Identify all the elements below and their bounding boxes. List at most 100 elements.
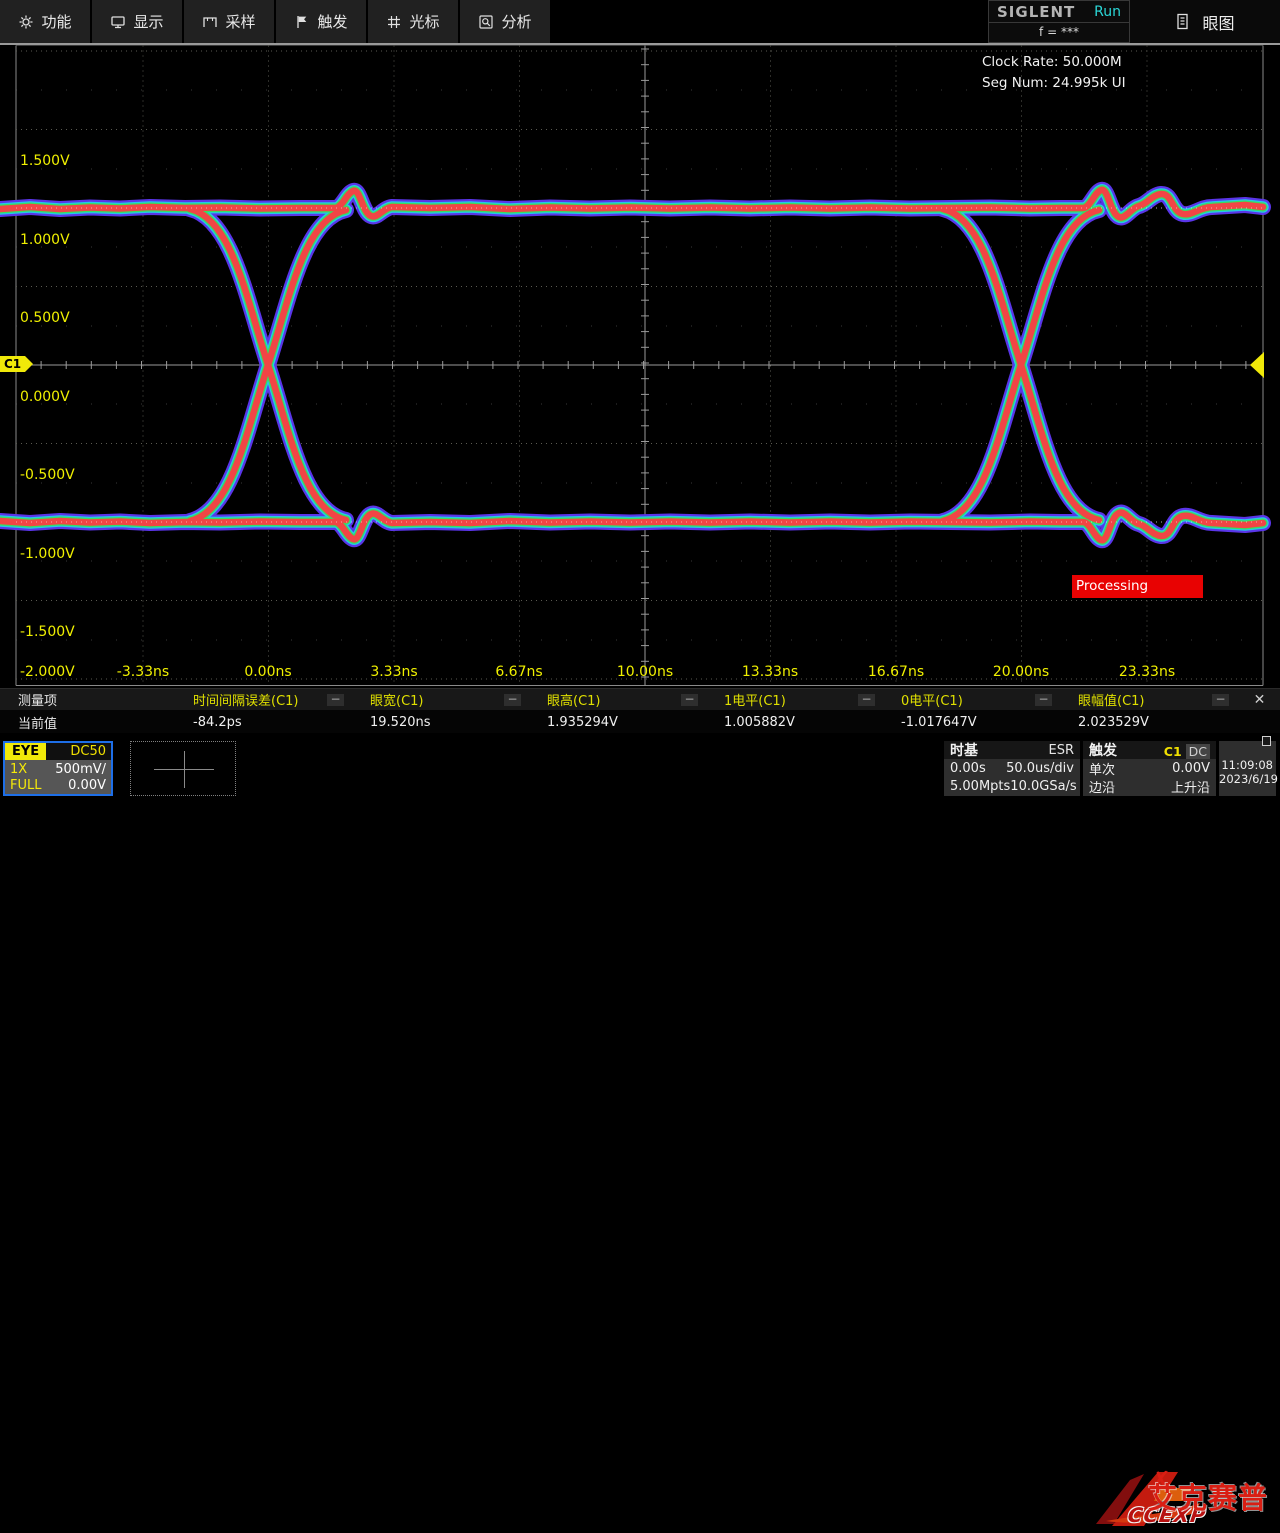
close-measurement-table-button[interactable]: ✕	[1239, 692, 1280, 708]
trigger-title: 触发	[1089, 740, 1117, 760]
menu-item-label: 触发	[317, 11, 347, 32]
timebase-scale: 50.0us/div	[1006, 761, 1074, 776]
channel-descriptor-box[interactable]: EYE DC50 1X 500mV/ FULL 0.00V	[3, 741, 113, 796]
v-axis-label: -1.000V	[20, 546, 75, 562]
eye-menu-label: 眼图	[1202, 10, 1234, 34]
menu-item-analysis[interactable]: 分析	[460, 0, 550, 43]
menu-item-label: 功能	[41, 11, 71, 32]
clock-time: 11:09:08	[1219, 758, 1276, 772]
volts-per-div: 500mV/	[55, 762, 106, 777]
trigger-level: 0.00V	[1172, 761, 1210, 776]
measurement-column-header: 0电平(C1)−	[885, 690, 1062, 709]
menu-item-label: 分析	[501, 11, 531, 32]
clock-rate: Clock Rate: 50.000M	[982, 52, 1126, 73]
watermark-brand-text: 艾克赛普	[1148, 1475, 1268, 1517]
t-axis-label: 10.00ns	[617, 664, 673, 680]
channel-coupling: DC50	[70, 744, 111, 759]
t-axis-label: 16.67ns	[868, 664, 924, 680]
t-axis-label: 3.33ns	[370, 664, 417, 680]
t-axis-label: 0.00ns	[244, 664, 291, 680]
v-axis-label: 1.000V	[20, 232, 70, 248]
bandwidth-limit: FULL	[10, 778, 41, 793]
collapse-measurement-button[interactable]: −	[1212, 694, 1229, 706]
collapse-measurement-button[interactable]: −	[327, 694, 344, 706]
menu-item-function[interactable]: 功能	[0, 0, 90, 43]
datetime-panel: 11:09:08 2023/6/19	[1219, 741, 1276, 796]
timebase-descriptor-box[interactable]: 时基 ESR 0.00s 50.0us/div 5.00Mpts10.0GSa/s	[944, 741, 1080, 796]
eye-diagram-menu-button[interactable]: 眼图	[1130, 0, 1280, 43]
measurement-column-header: 眼幅值(C1)−	[1062, 690, 1239, 709]
t-axis-label: -3.33ns	[117, 664, 169, 680]
probe-attenuation: 1X	[10, 762, 27, 777]
trigger-slope: 上升沿	[1171, 777, 1210, 796]
ccexp-logo-text: CCEXP	[1126, 1503, 1207, 1527]
gear-icon	[18, 14, 34, 30]
trigger-source: C1	[1164, 744, 1182, 759]
v-axis-label: 0.000V	[20, 389, 70, 405]
collapse-measurement-button[interactable]: −	[1035, 694, 1052, 706]
menu-item-label: 采样	[225, 11, 255, 32]
processing-status-badge: Processing	[1072, 575, 1203, 598]
menu-item-trigger[interactable]: 触发	[276, 0, 366, 43]
collapse-measurement-button[interactable]: −	[504, 694, 521, 706]
clock-date: 2023/6/19	[1219, 772, 1276, 786]
analyze-icon	[478, 14, 494, 30]
trigger-coupling: DC	[1186, 744, 1210, 759]
channel-name-badge: EYE	[5, 743, 46, 760]
measurement-column-header: 1电平(C1)−	[708, 690, 885, 709]
channel-offset: 0.00V	[68, 778, 106, 793]
trigger-type: 边沿	[1089, 777, 1115, 796]
collapse-measurement-button[interactable]: −	[681, 694, 698, 706]
timebase-title: 时基	[950, 740, 978, 760]
menu-item-acquire[interactable]: 采样	[184, 0, 274, 43]
t-axis-label: 6.67ns	[495, 664, 542, 680]
menu-item-display[interactable]: 显示	[92, 0, 182, 43]
display-icon	[110, 14, 126, 30]
trigger-mode: 单次	[1089, 759, 1115, 778]
measurement-item-header: 测量项	[0, 690, 177, 709]
acquisition-status-box: SIGLENT Run f = ***	[988, 0, 1130, 43]
siglent-logo: SIGLENT	[997, 3, 1075, 21]
ccexp-flame-logo	[1078, 1468, 1228, 1532]
add-channel-placeholder[interactable]	[130, 741, 236, 796]
ccexp-watermark: CCEXP ✗ 艾克赛普	[1078, 1466, 1280, 1533]
sample-rate: 10.0GSa/s	[1010, 779, 1076, 794]
collapse-measurement-button[interactable]: −	[858, 694, 875, 706]
memory-depth: 5.00Mpts	[950, 779, 1010, 794]
timebase-delay: 0.00s	[950, 761, 986, 776]
waveform-display-area: Clock Rate: 50.000M Seg Num: 24.995k UI …	[0, 45, 1280, 687]
measurement-value: 1.005882V	[708, 715, 885, 730]
trigger-descriptor-box[interactable]: 触发 C1 DC 单次 0.00V 边沿 上升沿	[1083, 741, 1216, 796]
peripheral-icon	[1262, 736, 1271, 746]
v-axis-label: 0.500V	[20, 310, 70, 326]
v-axis-label: 1.500V	[20, 153, 70, 169]
measurement-value: 19.520ns	[354, 715, 531, 730]
measurement-value-header: 当前值	[0, 713, 177, 732]
top-menubar: 功能 显示 采样 触发 光标 分析 SIGLENT Run f = *** 眼图	[0, 0, 1280, 45]
v-axis-label: -2.000V	[20, 664, 75, 680]
measurement-value: -84.2ps	[177, 715, 354, 730]
t-axis-label: 23.33ns	[1119, 664, 1175, 680]
menu-item-label: 显示	[133, 11, 163, 32]
measurement-table: 测量项 时间间隔误差(C1)− 眼宽(C1)− 眼高(C1)− 1电平(C1)−…	[0, 688, 1280, 733]
channel-offset-marker[interactable]: C1	[0, 356, 25, 372]
menubar-spacer	[552, 0, 988, 43]
run-state-indicator[interactable]: Run	[1094, 4, 1121, 20]
list-icon	[1175, 13, 1190, 30]
menu-item-cursor[interactable]: 光标	[368, 0, 458, 43]
measurement-value: 1.935294V	[531, 715, 708, 730]
measurement-value: -1.017647V	[885, 715, 1062, 730]
trigger-frequency-readout: f = ***	[989, 23, 1129, 42]
timebase-mode: ESR	[1049, 743, 1075, 758]
measurement-value: 2.023529V	[1062, 715, 1239, 730]
bottom-status-bar: EYE DC50 1X 500mV/ FULL 0.00V 时基 ESR 0.00s…	[0, 733, 1280, 800]
trigger-level-marker[interactable]	[1237, 352, 1264, 378]
segment-count: Seg Num: 24.995k UI	[982, 73, 1126, 94]
measurement-column-header: 时间间隔误差(C1)−	[177, 690, 354, 709]
v-axis-label: -0.500V	[20, 467, 75, 483]
menu-item-label: 光标	[409, 11, 439, 32]
v-axis-label: -1.500V	[20, 624, 75, 640]
crosshair-icon	[184, 751, 185, 788]
measurement-column-header: 眼宽(C1)−	[354, 690, 531, 709]
clock-info-readout: Clock Rate: 50.000M Seg Num: 24.995k UI	[982, 52, 1126, 94]
